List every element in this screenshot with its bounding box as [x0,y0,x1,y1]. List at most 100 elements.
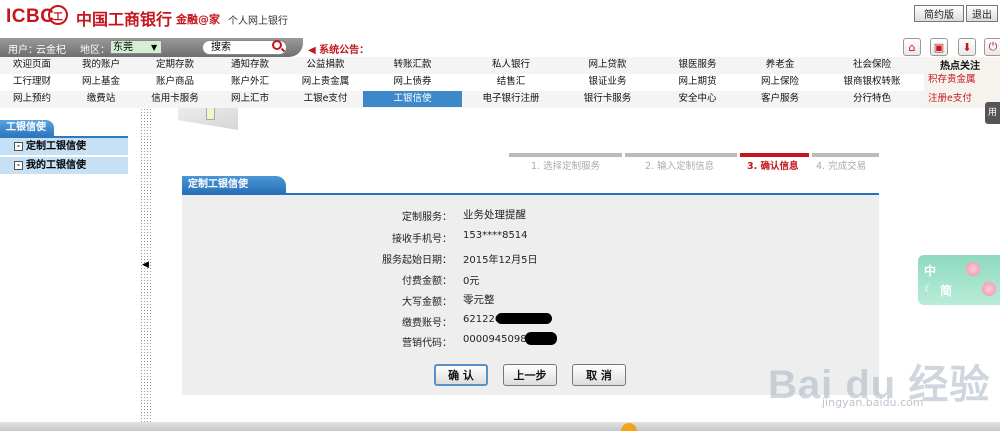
step-bar [812,153,879,157]
field-value: 业务处理提醒 [463,209,526,221]
step-bar [509,153,622,157]
nav-item[interactable]: 网上债券 [363,74,462,90]
power-icon[interactable]: ⏻ [984,38,1000,56]
exit-button[interactable]: 退出 [966,5,998,22]
redaction-mark [496,313,552,324]
cancel-button[interactable]: 取 消 [572,364,626,386]
field-label: 营销代码： [402,338,452,349]
nav-item[interactable]: 通知存款 [212,57,288,73]
icbc-logo-text: ICBC [6,6,55,27]
nav-row-3: 网上预约 缴费站 信用卡服务 网上汇市 工银e支付 工银信使 电子银行注册 银行卡服务 安全中心… [0,91,924,108]
step-label: 2. 输入定制信息 [645,161,715,172]
step-label: 4. 完成交易 [816,161,867,172]
sidebar-item-label: 定制工银信使 [26,141,86,152]
slogan: 金融@家 [176,13,220,26]
field-value: 零元整 [463,294,495,306]
user-name: 云金杞 [36,45,66,56]
icbc-logo-icon: 工 [48,5,68,25]
nav-item[interactable]: 我的账户 [64,57,138,73]
cart-icon[interactable]: ▣ [930,38,948,56]
sidebar-item-label: 我的工银信使 [26,160,86,171]
section-title: 定制工银信使 [182,176,286,193]
nav-item[interactable]: 网上期货 [655,74,740,90]
nav-item[interactable]: 结售汇 [462,74,560,90]
chevron-down-icon: ▼ [151,43,158,52]
region-label: 地区： [80,45,110,56]
step-bar-current [740,153,809,157]
bank-name: 中国工商银行 [76,10,173,29]
nav-item[interactable]: 银证业务 [560,74,655,90]
nav-item[interactable]: 工行理财 [0,74,64,90]
flower-icon [966,262,980,276]
field-label: 大写金额： [402,297,452,308]
collapse-arrow-icon[interactable]: ◀ [142,260,149,270]
hot-item[interactable]: 积存贵金属 [928,71,976,85]
nav-item[interactable]: 网上保险 [740,74,820,90]
confirm-button[interactable]: 确 认 [434,364,488,386]
nav-item[interactable]: 网上贵金属 [288,74,363,90]
nav-item[interactable]: 安全中心 [655,91,740,107]
nav-item[interactable]: 公益捐款 [288,57,363,73]
nav-item[interactable]: 工银e支付 [288,91,363,107]
nav-item[interactable]: 转账汇款 [363,57,462,73]
nav-item[interactable]: 信用卡服务 [138,91,212,107]
nav-item[interactable]: 欢迎页面 [0,57,64,73]
user-label: 用户： [8,45,38,56]
nav-item[interactable]: 定期存款 [138,57,212,73]
nav-item[interactable]: 工银信使 [363,91,462,107]
field-label: 缴费账号： [402,318,452,329]
field-value: 0000945098 [463,334,527,345]
footer-bar [0,422,1000,431]
nav-item[interactable]: 分行特色 [820,91,924,107]
nav-item[interactable]: 网上预约 [0,91,64,107]
nav-item[interactable]: 账户商品 [138,74,212,90]
lang-zh[interactable]: 中 [924,262,936,279]
field-value: 2015年12月5日 [463,255,538,266]
step-label-current: 3. 确认信息 [747,161,799,172]
page-fold-tab [206,108,215,120]
search-icon[interactable] [272,40,282,50]
nav-item[interactable]: 网上汇市 [212,91,288,107]
redaction-mark [525,332,557,345]
nav-item[interactable]: 银行卡服务 [560,91,655,107]
nav-item[interactable]: 银医服务 [655,57,740,73]
step-label: 1. 选择定制服务 [531,161,601,172]
step-bar [625,153,737,157]
nav-item[interactable]: 网上贷款 [560,57,655,73]
nav-item[interactable]: 养老金 [740,57,820,73]
hot-item[interactable]: 注册e支付 [928,90,972,104]
simple-version-button[interactable]: 简约版 [914,5,964,22]
nav-item[interactable]: 账户外汇 [212,74,288,90]
home-icon[interactable]: ⌂ [903,38,921,56]
side-float-tab[interactable]: 用 [985,102,1000,124]
nav-item[interactable]: 缴费站 [64,91,138,107]
nav-item[interactable]: 社会保险 [820,57,924,73]
nav-row-2: 工行理财 网上基金 账户商品 账户外汇 网上贵金属 网上债券 结售汇 银证业务 网上期货 网上保险… [0,74,924,92]
nav-row-1: 欢迎页面 我的账户 定期存款 通知存款 公益捐款 转账汇款 私人银行 网上贷款 银医服务 养老金社… [0,57,924,75]
hot-title: 热点关注 [940,61,980,72]
previous-step-button[interactable]: 上一步 [503,364,557,386]
nav-item[interactable]: 网上基金 [64,74,138,90]
nav-item[interactable]: 电子银行注册 [462,91,560,107]
sidebar-title: 工银信使 [0,120,54,136]
minus-icon: - [14,141,23,151]
lang-simplified[interactable]: 简 [940,282,952,299]
download-icon[interactable]: ⬇ [958,38,976,56]
sidebar-item-mine[interactable]: - 我的工银信使 [0,157,128,176]
field-value: 153****8514 [463,230,528,241]
minus-icon: - [14,160,23,170]
sidebar-item-custom[interactable]: - 定制工银信使 [0,138,128,157]
nav-item[interactable]: 客户服务 [740,91,820,107]
system-notice-label: 系统公告： [319,45,370,56]
field-label: 定制服务： [402,212,452,223]
nav-item[interactable]: 私人银行 [462,57,560,73]
system-notice[interactable]: ◀ 系统公告： [308,41,369,56]
nav-item[interactable]: 银商银权转账 [820,74,924,90]
main-nav: 欢迎页面 我的账户 定期存款 通知存款 公益捐款 转账汇款 私人银行 网上贷款 银医服务 养老金社… [0,57,924,108]
field-label: 付费金额： [402,276,452,287]
field-label: 服务起始日期： [382,255,452,266]
field-value: 0元 [463,276,480,287]
field-label: 接收手机号： [392,234,452,245]
site-subtitle: 个人网上银行 [228,16,288,27]
baidu-watermark-url: jingyan.baidu.com [822,396,924,409]
